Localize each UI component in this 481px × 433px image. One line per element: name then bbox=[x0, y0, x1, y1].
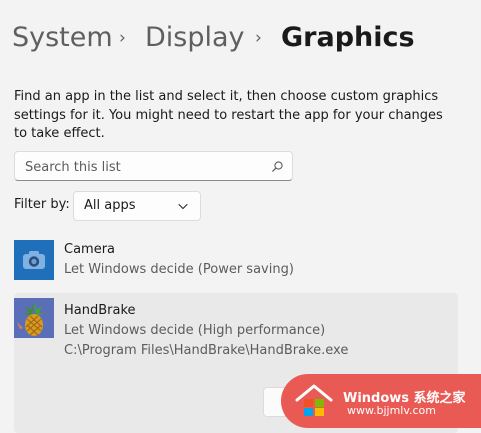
house-logo-icon bbox=[295, 384, 333, 416]
page-description: Find an app in the list and select it, t… bbox=[14, 89, 443, 141]
search-icon[interactable] bbox=[272, 161, 283, 172]
app-gpu-preference: Let Windows decide (Power saving) bbox=[64, 262, 294, 277]
search-input[interactable] bbox=[25, 158, 265, 176]
camera-icon bbox=[14, 240, 54, 280]
breadcrumb-separator: › bbox=[255, 28, 262, 48]
chevron-down-icon bbox=[178, 203, 188, 210]
breadcrumb-item-display[interactable]: Display bbox=[145, 20, 245, 56]
page-title: Graphics bbox=[281, 22, 415, 53]
watermark-banner: Windows 系统之家 www.bjjmlv.com bbox=[281, 374, 481, 428]
filter-selected-value: All apps bbox=[84, 198, 136, 213]
app-name-handbrake: HandBrake bbox=[64, 303, 136, 318]
app-gpu-preference: Let Windows decide (High performance) bbox=[64, 323, 326, 338]
filter-dropdown[interactable]: All apps bbox=[73, 191, 201, 221]
breadcrumb-item-system[interactable]: System bbox=[12, 20, 113, 56]
search-box[interactable] bbox=[14, 151, 293, 181]
app-name-camera: Camera bbox=[64, 242, 116, 257]
app-path: C:\Program Files\HandBrake\HandBrake.exe bbox=[64, 343, 349, 358]
filter-label: Filter by: bbox=[14, 197, 70, 212]
handbrake-pineapple-icon bbox=[14, 298, 54, 338]
app-list-item-camera[interactable]: Camera Let Windows decide (Power saving) bbox=[14, 238, 458, 284]
watermark-url: www.bjjmlv.com bbox=[347, 404, 436, 417]
breadcrumb-separator: › bbox=[119, 28, 126, 48]
